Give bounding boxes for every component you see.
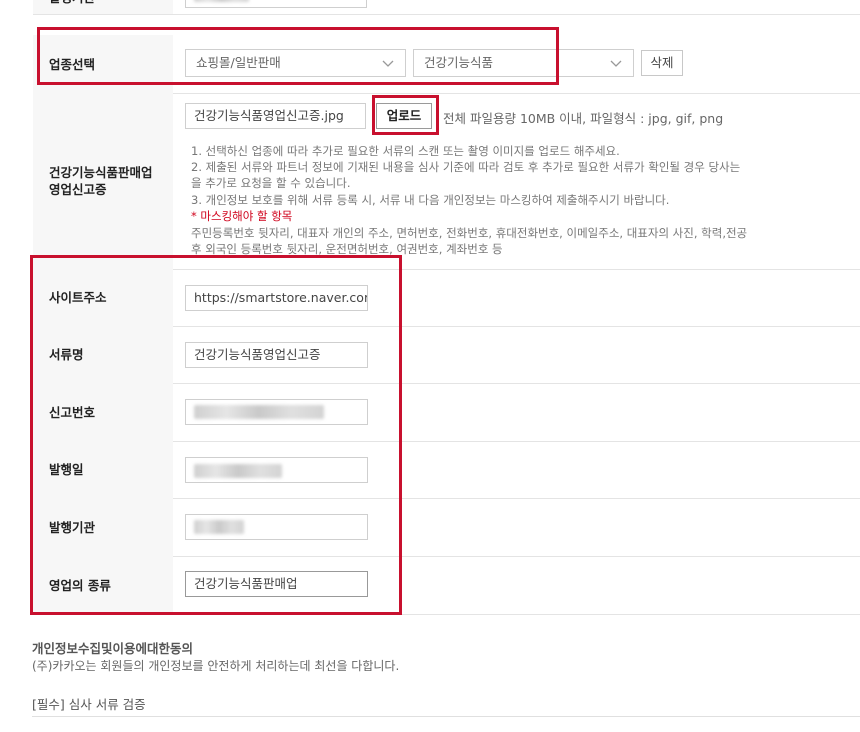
issuer-label: 발행기관	[33, 498, 173, 556]
upload-note-1: 1. 선택하신 업종에 따라 추가로 필요한 서류의 스캔 또는 촬영 이미지를…	[191, 144, 620, 158]
site-url-input[interactable]: https://smartstore.naver.com/	[185, 285, 368, 311]
doc-name-label: 서류명	[33, 326, 173, 383]
doc-name-row: 서류명 건강기능식품영업신고증	[33, 326, 860, 384]
masked-value	[194, 520, 244, 534]
required-check-label[interactable]: [필수] 심사 서류 검증	[32, 694, 146, 713]
issuer-top-label: 발행기관	[33, 0, 173, 14]
report-no-row: 신고번호	[33, 383, 860, 442]
site-label: 사이트주소	[33, 269, 173, 326]
masked-value	[194, 0, 249, 2]
issue-date-input[interactable]	[185, 457, 368, 483]
issuer-top-input[interactable]	[185, 0, 367, 8]
issuer-input[interactable]	[185, 514, 368, 540]
business-type-label: 업종선택	[33, 35, 173, 93]
issue-date-label: 발행일	[33, 441, 173, 498]
category-select-secondary-value: 건강기능식품	[424, 55, 494, 70]
delete-button[interactable]: 삭제	[641, 50, 683, 76]
business-kind-row: 영업의 종류 건강기능식품판매업	[33, 556, 860, 615]
business-kind-label: 영업의 종류	[33, 556, 173, 614]
upload-note-3: 3. 개인정보 보호를 위해 서류 등록 시, 서류 내 다음 개인정보는 마스…	[191, 193, 670, 207]
issue-date-row: 발행일	[33, 441, 860, 499]
file-name-field[interactable]: 건강기능식품영업신고증.jpg	[185, 103, 366, 129]
upload-note-2b: 을 추가로 요청을 할 수 있습니다.	[191, 176, 351, 190]
issuer-row: 발행기관	[33, 498, 860, 557]
masked-value	[194, 464, 282, 478]
upload-row: 건강기능식품판매업 영업신고증 건강기능식품영업신고증.jpg 업로드 전체 파…	[33, 93, 860, 270]
report-no-label: 신고번호	[33, 383, 173, 441]
mask-items-2: 후 외국인 등록번호 뒷자리, 운전면허번호, 여권번호, 계좌번호 등	[191, 242, 503, 256]
mask-title: * 마스킹해야 할 항목	[191, 209, 293, 223]
category-select-primary-value: 쇼핑몰/일반판매	[196, 55, 281, 70]
report-no-input[interactable]	[185, 399, 368, 425]
chevron-down-icon	[382, 60, 394, 67]
business-type-row: 업종선택 쇼핑몰/일반판매 건강기능식품 삭제	[33, 35, 860, 94]
chevron-down-icon	[610, 60, 622, 67]
upload-note-2: 2. 제출된 서류와 파트너 정보에 기재된 내용을 심사 기준에 따라 검토 …	[191, 160, 741, 174]
category-select-secondary[interactable]: 건강기능식품	[413, 49, 634, 77]
file-size-hint: 전체 파일용량 10MB 이내, 파일형식 : jpg, gif, png	[443, 111, 724, 126]
masked-value	[194, 405, 324, 419]
consent-title: 개인정보수집및이용에대한동의	[32, 641, 194, 656]
issuer-row-top: 발행기관	[33, 0, 860, 15]
business-kind-input[interactable]: 건강기능식품판매업	[185, 571, 368, 597]
upload-label: 건강기능식품판매업 영업신고증	[33, 93, 173, 269]
category-select-primary[interactable]: 쇼핑몰/일반판매	[185, 49, 406, 77]
divider	[32, 716, 860, 717]
doc-name-input[interactable]: 건강기능식품영업신고증	[185, 342, 368, 368]
upload-button[interactable]: 업로드	[376, 103, 432, 129]
site-row: 사이트주소 https://smartstore.naver.com/	[33, 269, 860, 327]
consent-text: (주)카카오는 회원들의 개인정보를 안전하게 처리하는데 최선을 다합니다.	[32, 659, 400, 673]
mask-items-1: 주민등록번호 뒷자리, 대표자 개인의 주소, 면허번호, 전화번호, 휴대전화…	[191, 226, 748, 240]
